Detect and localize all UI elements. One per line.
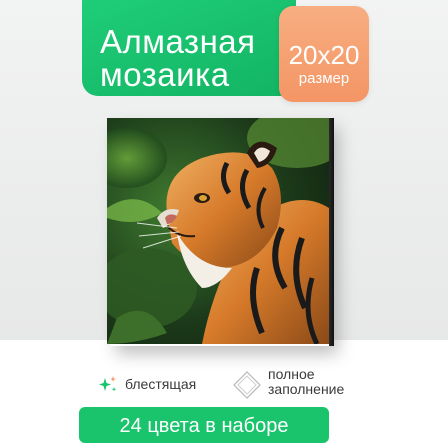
tiger-image	[107, 118, 329, 344]
colors-count-text: 24 цвета в наборе	[119, 415, 289, 437]
sparkle-icon	[99, 376, 117, 392]
tiger-illustration	[107, 118, 329, 344]
diamond-outline-icon	[233, 371, 261, 399]
title-line-1: Алмазная	[100, 23, 256, 60]
size-value: 20x20	[288, 40, 360, 70]
feature-fill-label-2: заполнение	[268, 381, 345, 397]
feature-sparkle-label: блестящая	[125, 376, 197, 392]
title-line-2: мозаика	[100, 56, 230, 93]
size-badge: 20x20 размер	[279, 6, 369, 102]
size-label: размер	[298, 70, 350, 87]
colors-count-badge: 24 цвета в наборе	[79, 407, 329, 443]
canvas-edge	[329, 118, 334, 346]
